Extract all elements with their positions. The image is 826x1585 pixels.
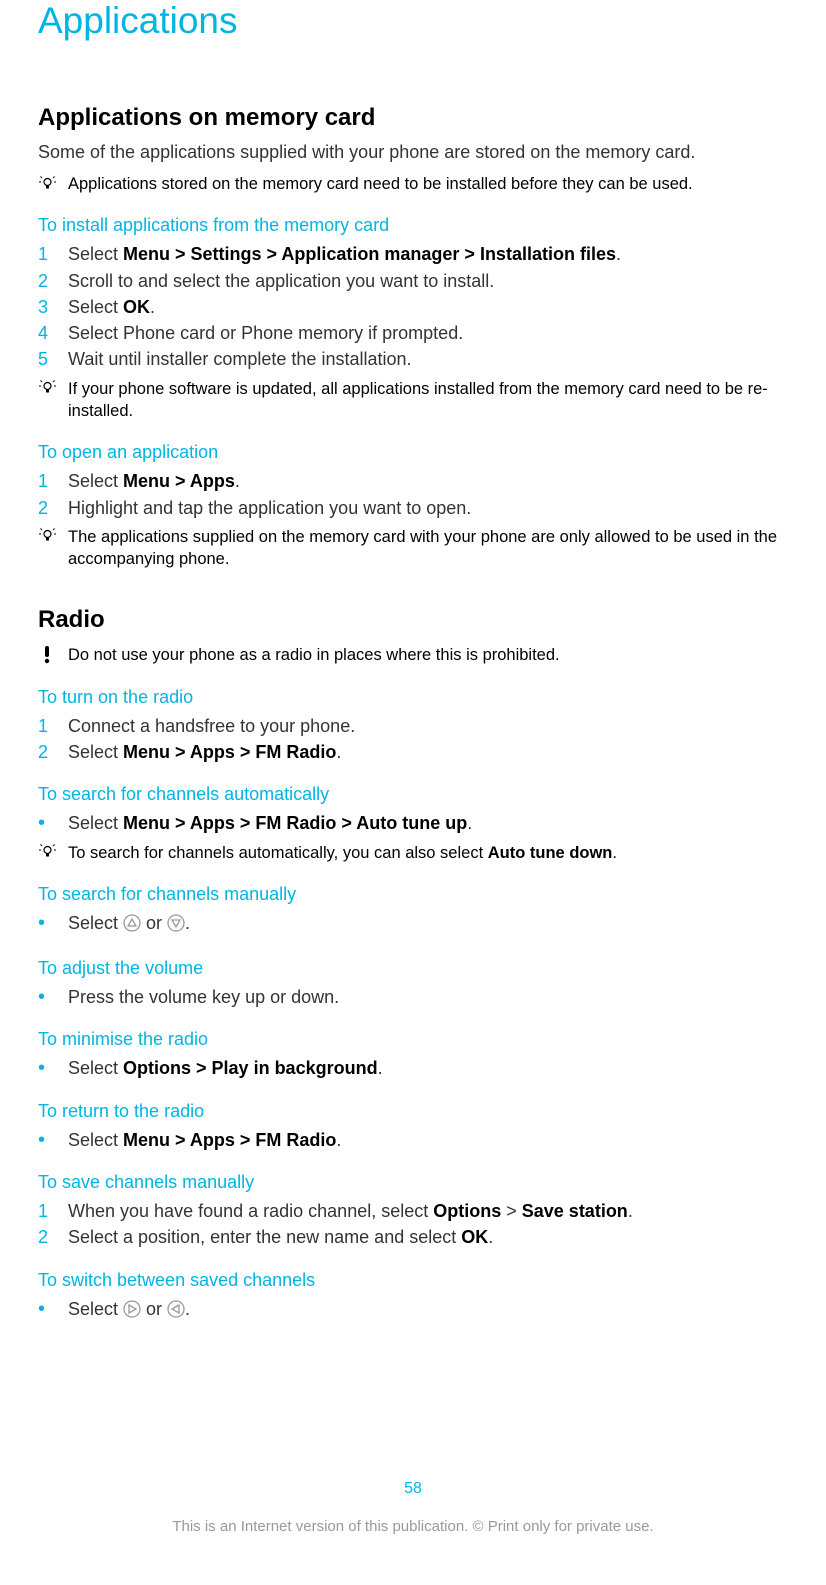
page-number: 58: [0, 1480, 826, 1498]
tip-icon: [38, 844, 56, 862]
step-text: Wait until installer complete the instal…: [68, 347, 412, 371]
sub-heading-install-apps: To install applications from the memory …: [38, 215, 788, 236]
tip-icon: [38, 175, 56, 193]
footer-disclaimer: This is an Internet version of this publ…: [0, 1518, 826, 1535]
bullet: • Select or .: [38, 911, 788, 938]
step-text: When you have found a radio channel, sel…: [68, 1199, 633, 1223]
step: 2 Select a position, enter the new name a…: [38, 1225, 788, 1249]
warning-icon: [38, 646, 56, 664]
right-triangle-icon: [123, 1300, 141, 1324]
step-text: Select Menu > Apps > FM Radio.: [68, 740, 341, 764]
step-number: 1: [38, 469, 56, 493]
page-footer: 58 This is an Internet version of this p…: [0, 1480, 826, 1535]
bullet-dot: •: [38, 1056, 56, 1080]
warning-note: Do not use your phone as a radio in plac…: [38, 644, 788, 666]
step: 1 When you have found a radio channel, se…: [38, 1199, 788, 1223]
steps-turn-on-radio: 1 Connect a handsfree to your phone. 2 Sel…: [38, 714, 788, 765]
bullets-minimise-radio: • Select Options > Play in background.: [38, 1056, 788, 1080]
bullet-text: Select or .: [68, 1297, 190, 1324]
step-number: 1: [38, 714, 56, 738]
step: 1 Select Menu > Settings > Application ma…: [38, 242, 788, 266]
bullet-text: Select Options > Play in background.: [68, 1056, 383, 1080]
step-number: 5: [38, 347, 56, 371]
bullet-dot: •: [38, 985, 56, 1009]
bullet-dot: •: [38, 1128, 56, 1152]
bullets-adjust-volume: • Press the volume key up or down.: [38, 985, 788, 1009]
step: 3 Select OK.: [38, 295, 788, 319]
step: 2 Select Menu > Apps > FM Radio.: [38, 740, 788, 764]
bullet-dot: •: [38, 1297, 56, 1324]
step-number: 2: [38, 740, 56, 764]
bullet: • Select Menu > Apps > FM Radio > Auto tu…: [38, 811, 788, 835]
down-triangle-icon: [167, 914, 185, 938]
bullets-search-auto: • Select Menu > Apps > FM Radio > Auto tu…: [38, 811, 788, 835]
step-text: Scroll to and select the application you…: [68, 269, 494, 293]
tip-text: If your phone software is updated, all a…: [68, 378, 784, 423]
section-intro: Some of the applications supplied with y…: [38, 142, 788, 163]
up-triangle-icon: [123, 914, 141, 938]
tip-note: Applications stored on the memory card n…: [38, 173, 788, 195]
steps-save-channels: 1 When you have found a radio channel, se…: [38, 1199, 788, 1250]
bullet-dot: •: [38, 911, 56, 938]
step-text: Connect a handsfree to your phone.: [68, 714, 355, 738]
left-triangle-icon: [167, 1300, 185, 1324]
step: 1 Connect a handsfree to your phone.: [38, 714, 788, 738]
sub-heading-search-auto: To search for channels automatically: [38, 784, 788, 805]
step: 2 Highlight and tap the application you w…: [38, 496, 788, 520]
steps-install-apps: 1 Select Menu > Settings > Application ma…: [38, 242, 788, 371]
step-number: 1: [38, 242, 56, 266]
sub-heading-switch-channels: To switch between saved channels: [38, 1270, 788, 1291]
step-number: 2: [38, 269, 56, 293]
bullet-text: Select or .: [68, 911, 190, 938]
step: 2 Scroll to and select the application yo…: [38, 269, 788, 293]
step-text: Select OK.: [68, 295, 155, 319]
sub-heading-save-channels: To save channels manually: [38, 1172, 788, 1193]
bullet: • Select Menu > Apps > FM Radio.: [38, 1128, 788, 1152]
warning-text: Do not use your phone as a radio in plac…: [68, 644, 560, 666]
step-text: Select Phone card or Phone memory if pro…: [68, 321, 463, 345]
tip-note: To search for channels automatically, yo…: [38, 842, 788, 864]
tip-text: To search for channels automatically, yo…: [68, 842, 617, 864]
step-number: 2: [38, 496, 56, 520]
bullet: • Select Options > Play in background.: [38, 1056, 788, 1080]
step-number: 3: [38, 295, 56, 319]
tip-icon: [38, 380, 56, 398]
sub-heading-turn-on-radio: To turn on the radio: [38, 687, 788, 708]
tip-text: Applications stored on the memory card n…: [68, 173, 693, 195]
tip-icon: [38, 528, 56, 546]
steps-open-app: 1 Select Menu > Apps. 2 Highlight and tap …: [38, 469, 788, 520]
step: 1 Select Menu > Apps.: [38, 469, 788, 493]
step-text: Highlight and tap the application you wa…: [68, 496, 471, 520]
step: 4 Select Phone card or Phone memory if pr…: [38, 321, 788, 345]
section-title-applications-memory: Applications on memory card: [38, 104, 788, 132]
sub-heading-open-app: To open an application: [38, 442, 788, 463]
step-number: 2: [38, 1225, 56, 1249]
sub-heading-minimise-radio: To minimise the radio: [38, 1029, 788, 1050]
step-number: 4: [38, 321, 56, 345]
bullet-text: Select Menu > Apps > FM Radio.: [68, 1128, 341, 1152]
bullet-dot: •: [38, 811, 56, 835]
bullets-switch-channels: • Select or .: [38, 1297, 788, 1324]
tip-text: The applications supplied on the memory …: [68, 526, 784, 571]
step-text: Select Menu > Settings > Application man…: [68, 242, 621, 266]
sub-heading-search-manual: To search for channels manually: [38, 884, 788, 905]
bullets-return-radio: • Select Menu > Apps > FM Radio.: [38, 1128, 788, 1152]
sub-heading-adjust-volume: To adjust the volume: [38, 958, 788, 979]
bullet: • Select or .: [38, 1297, 788, 1324]
step: 5 Wait until installer complete the insta…: [38, 347, 788, 371]
sub-heading-return-radio: To return to the radio: [38, 1101, 788, 1122]
tip-note: If your phone software is updated, all a…: [38, 378, 788, 423]
step-text: Select Menu > Apps.: [68, 469, 240, 493]
bullets-search-manual: • Select or .: [38, 911, 788, 938]
step-number: 1: [38, 1199, 56, 1223]
bullet-text: Select Menu > Apps > FM Radio > Auto tun…: [68, 811, 472, 835]
bullet-text: Press the volume key up or down.: [68, 985, 339, 1009]
bullet: • Press the volume key up or down.: [38, 985, 788, 1009]
step-text: Select a position, enter the new name an…: [68, 1225, 493, 1249]
chapter-title: Applications: [38, 0, 788, 42]
tip-note: The applications supplied on the memory …: [38, 526, 788, 571]
section-title-radio: Radio: [38, 606, 788, 634]
